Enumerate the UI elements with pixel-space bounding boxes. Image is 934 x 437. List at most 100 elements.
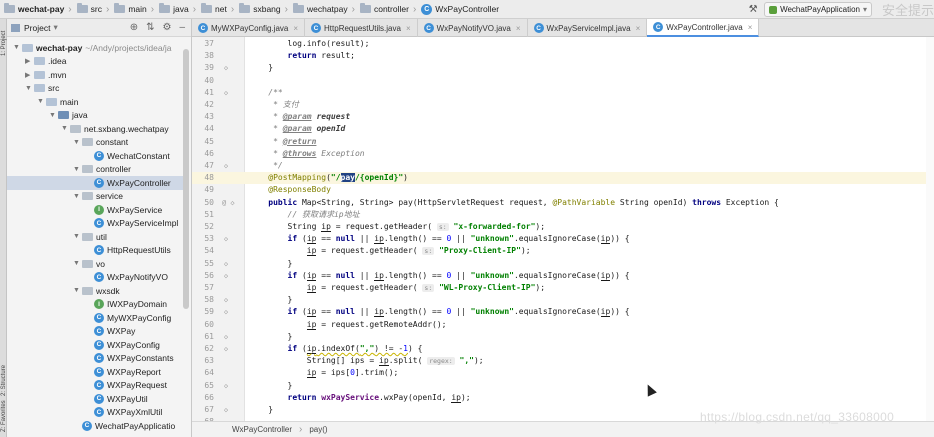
fold-marker-icon[interactable]: ◇ — [222, 306, 230, 318]
fold-marker-icon[interactable]: ◇ — [222, 331, 230, 343]
tree-item[interactable]: C WechatPayApplicatio — [7, 419, 184, 433]
chevron-down-icon[interactable]: ▼ — [73, 260, 82, 267]
code-line[interactable]: 45 * @return — [192, 136, 934, 148]
chevron-down-icon[interactable]: ▼ — [73, 233, 82, 240]
chevron-down-icon[interactable]: ▼ — [73, 139, 82, 146]
collapse-icon[interactable]: ⇅ — [146, 22, 154, 33]
fold-marker-icon[interactable]: ◇ — [222, 233, 230, 245]
code-line[interactable]: 63 String[] ips = ip.split( regex: ","); — [192, 355, 934, 367]
tree-item[interactable]: I WxPayService — [7, 203, 184, 217]
close-icon[interactable]: × — [293, 24, 298, 33]
fold-marker-icon[interactable]: ◇ — [222, 380, 230, 392]
tree-item[interactable]: C WXPayUtil — [7, 392, 184, 406]
editor-tab[interactable]: C WxPayNotifyVO.java × — [418, 19, 528, 37]
close-icon[interactable]: × — [406, 24, 411, 33]
tree-item[interactable]: ▼ java — [7, 109, 184, 123]
chevron-down-icon[interactable]: ▼ — [73, 166, 82, 173]
tree-item[interactable]: ▼ net.sxbang.wechatpay — [7, 122, 184, 136]
code-line[interactable]: 47 ◇ */ — [192, 160, 934, 172]
code-line[interactable]: 60 ip = request.getRemoteAddr(); — [192, 319, 934, 331]
fold-marker-icon[interactable]: ◇ — [222, 62, 230, 74]
fold-marker-icon[interactable]: ◇ — [222, 343, 230, 355]
close-icon[interactable]: × — [516, 24, 521, 33]
chevron-down-icon[interactable]: ▼ — [73, 287, 82, 294]
project-panel-title[interactable]: Project — [24, 23, 50, 33]
editor-tab[interactable]: C WxPayServiceImpl.java × — [528, 19, 648, 37]
code-line[interactable]: 43 * @param request — [192, 111, 934, 123]
tree-item[interactable]: C WXPayXmlUtil — [7, 406, 184, 420]
tree-item[interactable]: C HttpRequestUtils — [7, 244, 184, 258]
editor-tab[interactable]: C WxPayController.java × — [647, 19, 760, 37]
hide-icon[interactable]: – — [179, 22, 185, 33]
gear-icon[interactable]: ⚙ — [162, 22, 171, 33]
hammer-icon[interactable]: ⚒ — [746, 3, 760, 17]
tree-item[interactable]: C WxPayServiceImpl — [7, 217, 184, 231]
code-line[interactable]: 55 ◇ } — [192, 258, 934, 270]
code-line[interactable]: 38 return result; — [192, 50, 934, 62]
code-line[interactable]: 46 * @throws Exception — [192, 148, 934, 160]
fold-marker-icon[interactable]: ◇ — [222, 160, 230, 172]
breadcrumb-method[interactable]: pay() — [309, 425, 327, 434]
breadcrumb-item[interactable]: main — [110, 0, 149, 19]
code-line[interactable]: 66 return wxPayService.wxPay(openId, ip)… — [192, 392, 934, 404]
close-icon[interactable]: × — [636, 24, 641, 33]
code-line[interactable]: 58 ◇ } — [192, 294, 934, 306]
fold-marker-icon[interactable]: ◇ — [222, 294, 230, 306]
code-line[interactable]: 56 ◇ if (ip == null || ip.length() == 0 |… — [192, 270, 934, 282]
code-line[interactable]: 57 ip = request.getHeader( s: "WL-Proxy-… — [192, 282, 934, 294]
breadcrumb-class[interactable]: WxPayController — [232, 425, 292, 434]
chevron-down-icon[interactable]: ▼ — [25, 85, 34, 92]
breadcrumb-item[interactable]: C WxPayController — [417, 0, 502, 19]
chevron-down-icon[interactable]: ▼ — [49, 112, 58, 119]
code-line[interactable]: 44 * @param openId — [192, 123, 934, 135]
tree-item[interactable]: C WxPayController — [7, 176, 184, 190]
tree-item[interactable]: C MyWXPayConfig — [7, 311, 184, 325]
chevron-right-icon[interactable]: ▶ — [25, 57, 34, 65]
code-line[interactable]: 50 @ ◇ public Map<String, String> pay(Htt… — [192, 197, 934, 209]
breadcrumb-item[interactable]: controller — [356, 0, 412, 19]
tree-item[interactable]: C WechatConstant — [7, 149, 184, 163]
fold-marker-icon[interactable]: @ ◇ — [222, 197, 235, 209]
locate-icon[interactable]: ⊕ — [130, 22, 138, 33]
breadcrumb-item[interactable]: java — [155, 0, 192, 19]
fold-marker-icon[interactable]: ◇ — [222, 270, 230, 282]
tree-item[interactable]: ▼ service — [7, 190, 184, 204]
chevron-down-icon[interactable]: ▼ — [73, 193, 82, 200]
tree-item[interactable]: ▼ wechat-pay ~/Andy/projects/idea/ja — [7, 41, 184, 55]
code-line[interactable]: 62 ◇ if (ip.indexOf(",") != -1) { — [192, 343, 934, 355]
breadcrumb-item[interactable]: wechatpay — [289, 0, 351, 19]
tree-item[interactable]: C WXPayConstants — [7, 352, 184, 366]
code-line[interactable]: 51 // 获取请求ip地址 — [192, 209, 934, 221]
tree-item[interactable]: ▼ util — [7, 230, 184, 244]
tree-item[interactable]: ▼ vo — [7, 257, 184, 271]
tree-item[interactable]: ▼ controller — [7, 163, 184, 177]
tree-item[interactable]: ▼ src — [7, 82, 184, 96]
code-editor[interactable]: 37 log.info(result); 38 return result; 39 ◇… — [192, 37, 934, 421]
chevron-down-icon[interactable]: ▼ — [13, 44, 22, 51]
code-line[interactable]: 52 String ip = request.getHeader( s: "x-… — [192, 221, 934, 233]
fold-marker-icon[interactable]: ◇ — [222, 87, 230, 99]
chevron-down-icon[interactable]: ▾ — [53, 22, 57, 33]
code-line[interactable]: 61 ◇ } — [192, 331, 934, 343]
editor-tab[interactable]: C HttpRequestUtils.java × — [305, 19, 418, 37]
code-line[interactable]: 65 ◇ } — [192, 380, 934, 392]
run-config-selector[interactable]: WechatPayApplication ▾ — [764, 2, 872, 17]
tree-item[interactable]: C WXPayRequest — [7, 379, 184, 393]
close-icon[interactable]: × — [748, 23, 753, 32]
tree-item[interactable]: C WXPayConfig — [7, 338, 184, 352]
tree-item[interactable]: ▼ constant — [7, 136, 184, 150]
code-line[interactable]: 42 * 支付 — [192, 99, 934, 111]
tree-item[interactable]: ▼ main — [7, 95, 184, 109]
tree-item[interactable]: ▶ .mvn — [7, 68, 184, 82]
fold-marker-icon[interactable]: ◇ — [222, 258, 230, 270]
chevron-down-icon[interactable]: ▼ — [37, 98, 46, 105]
fold-marker-icon[interactable]: ◇ — [222, 404, 230, 416]
code-line[interactable]: 39 ◇ } — [192, 62, 934, 74]
tree-item[interactable]: ▼ wxsdk — [7, 284, 184, 298]
code-line[interactable]: 64 ip = ips[0].trim(); — [192, 367, 934, 379]
breadcrumb-item[interactable]: src — [73, 0, 105, 19]
code-line[interactable]: 49 @ResponseBody — [192, 184, 934, 196]
tree-item[interactable]: I IWXPayDomain — [7, 298, 184, 312]
code-line[interactable]: 53 ◇ if (ip == null || ip.length() == 0 |… — [192, 233, 934, 245]
editor-scrollbar[interactable] — [926, 37, 934, 421]
